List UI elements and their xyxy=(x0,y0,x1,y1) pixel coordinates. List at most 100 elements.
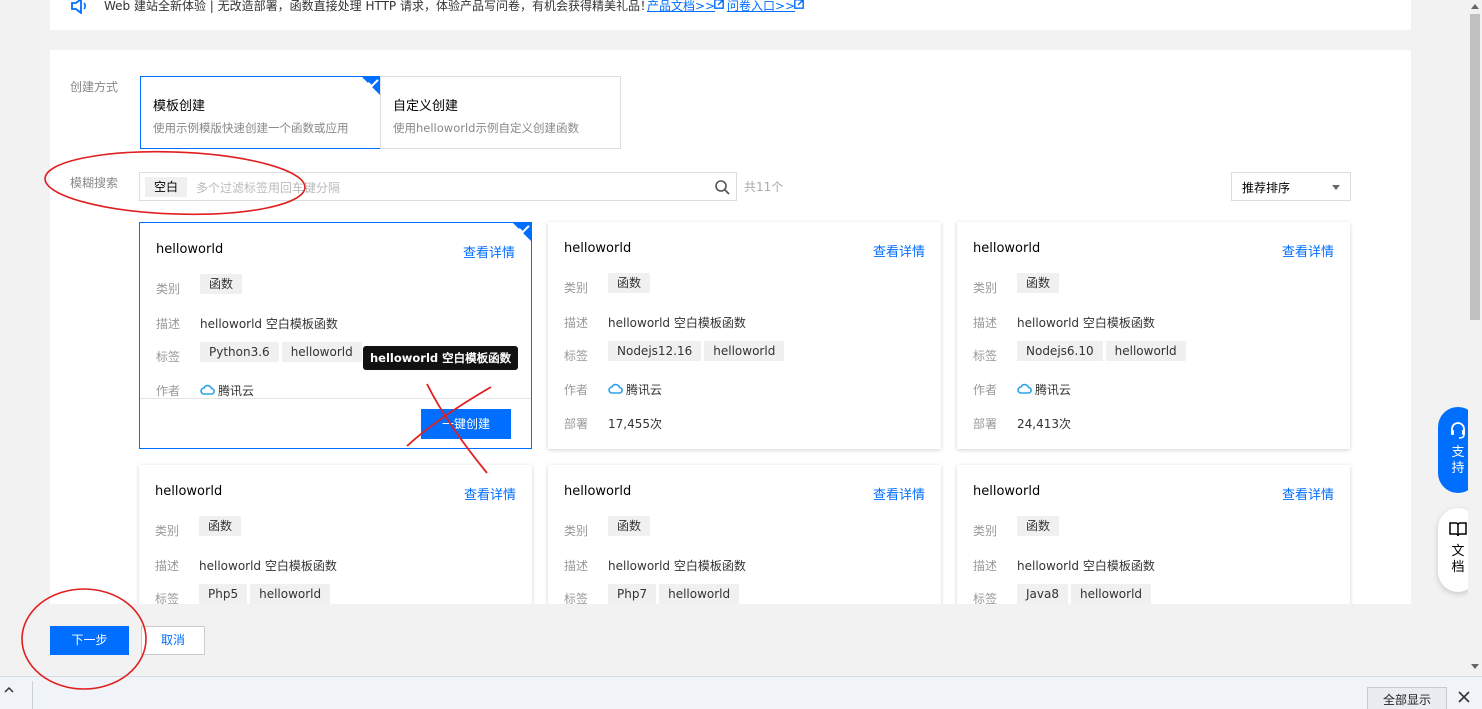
filter-tag[interactable]: 空白 xyxy=(145,177,188,197)
tag-chip: Python3.6 xyxy=(200,342,279,362)
tag-chip: helloworld xyxy=(704,341,785,361)
show-all-button[interactable]: 全部显示 xyxy=(1367,687,1447,709)
template-card[interactable]: helloworld 查看详情 类别 函数 描述 helloworld 空白模板… xyxy=(548,465,941,604)
card-name: helloworld xyxy=(973,241,1041,256)
field-label: 描述 xyxy=(564,316,589,330)
category-chip: 函数 xyxy=(199,516,242,536)
view-detail-link[interactable]: 查看详情 xyxy=(873,241,925,260)
external-link-icon xyxy=(714,0,724,9)
notice-bar: Web 建站全新体验 | 无改造部署，函数直接处理 HTTP 请求，体验产品写问… xyxy=(50,0,1411,30)
template-card[interactable]: helloworld 查看详情 类别 函数 描述 helloworld 空白模板… xyxy=(957,222,1350,449)
deploy-count: 17,455次 xyxy=(608,417,662,431)
view-detail-link[interactable]: 查看详情 xyxy=(873,484,925,503)
cancel-button[interactable]: 取消 xyxy=(141,626,205,655)
close-icon[interactable] xyxy=(1458,691,1470,703)
book-icon xyxy=(1449,522,1467,537)
field-label: 作者 xyxy=(973,383,998,397)
bottom-bar: 全部显示 xyxy=(0,676,1482,709)
notice-message: Web 建站全新体验 | 无改造部署，函数直接处理 HTTP 请求，体验产品写问… xyxy=(104,0,652,13)
author-value: 腾讯云 xyxy=(218,384,255,398)
tag-chip: Php5 xyxy=(199,584,248,604)
view-detail-link[interactable]: 查看详情 xyxy=(1282,484,1334,503)
vertical-scrollbar[interactable] xyxy=(1468,0,1482,676)
sort-select[interactable]: 推荐排序 xyxy=(1231,172,1351,201)
selected-check-icon xyxy=(361,76,381,96)
view-detail-link[interactable]: 查看详情 xyxy=(463,242,515,261)
option-title: 模板创建 xyxy=(153,99,206,114)
description-value: helloworld 空白模板函数 xyxy=(200,317,338,331)
divider xyxy=(32,681,33,709)
speaker-icon xyxy=(71,0,86,14)
docs-link[interactable]: 产品文档>> xyxy=(647,0,715,14)
scroll-up-icon[interactable] xyxy=(1471,4,1479,9)
author-value: 腾讯云 xyxy=(626,383,663,397)
scroll-thumb[interactable] xyxy=(1470,14,1480,320)
option-desc: 使用示例模版快速创建一个函数或应用 xyxy=(153,121,349,135)
description-tooltip: helloworld 空白模板函数 xyxy=(363,346,519,370)
headset-icon xyxy=(1451,422,1465,439)
description-value: helloworld 空白模板函数 xyxy=(608,316,746,330)
field-label: 类别 xyxy=(973,524,998,538)
docs-text: 文档 xyxy=(1451,544,1465,575)
scroll-down-icon[interactable] xyxy=(1471,664,1479,669)
author-value: 腾讯云 xyxy=(1035,383,1072,397)
field-label: 部署 xyxy=(564,417,589,431)
tag-chip: helloworld xyxy=(1070,584,1152,604)
field-label: 描述 xyxy=(155,559,180,573)
custom-create-option[interactable]: 自定义创建 使用helloworld示例自定义创建函数 xyxy=(380,76,621,149)
external-link-icon xyxy=(794,0,804,9)
tag-chip: helloworld xyxy=(281,342,362,362)
template-card[interactable]: helloworld 查看详情 类别 函数 描述 helloworld 空白模板… xyxy=(139,222,532,449)
card-name: helloworld xyxy=(973,484,1041,499)
field-label: 类别 xyxy=(973,281,998,295)
template-card[interactable]: helloworld 查看详情 类别 函数 描述 helloworld 空白模板… xyxy=(139,465,532,604)
search-icon[interactable] xyxy=(714,179,730,195)
field-label: 描述 xyxy=(973,316,998,330)
tag-chip: Nodejs12.16 xyxy=(608,341,702,361)
field-label: 部署 xyxy=(973,417,998,431)
option-desc: 使用helloworld示例自定义创建函数 xyxy=(393,121,579,135)
tag-chip: Nodejs6.10 xyxy=(1017,341,1103,361)
field-label: 类别 xyxy=(564,281,589,295)
category-chip: 函数 xyxy=(608,516,651,536)
card-name: helloworld xyxy=(564,241,632,256)
field-label: 类别 xyxy=(564,524,589,538)
selected-check-icon xyxy=(512,222,532,242)
card-name: helloworld xyxy=(155,484,223,499)
template-create-option[interactable]: 模板创建 使用示例模版快速创建一个函数或应用 xyxy=(140,76,381,149)
tag-chip: Java8 xyxy=(1017,584,1068,604)
next-step-button[interactable]: 下一步 xyxy=(50,626,129,655)
search-input[interactable]: 空白 多个过滤标签用回车键分隔 xyxy=(139,172,737,201)
result-count: 共11个 xyxy=(744,180,784,194)
one-click-create-button[interactable]: 一键创建 xyxy=(421,409,511,439)
view-detail-link[interactable]: 查看详情 xyxy=(1282,241,1334,260)
template-card[interactable]: helloworld 查看详情 类别 函数 描述 helloworld 空白模板… xyxy=(957,465,1350,604)
tencent-cloud-icon xyxy=(200,384,215,395)
field-label: 标签 xyxy=(155,592,180,604)
create-method-label: 创建方式 xyxy=(70,80,119,94)
view-detail-link[interactable]: 查看详情 xyxy=(464,484,516,503)
description-value: helloworld 空白模板函数 xyxy=(1017,316,1155,330)
template-card[interactable]: helloworld 查看详情 类别 函数 描述 helloworld 空白模板… xyxy=(548,222,941,449)
sort-value: 推荐排序 xyxy=(1242,181,1291,195)
tencent-cloud-icon xyxy=(608,383,623,394)
field-label: 标签 xyxy=(564,592,589,604)
chevron-up-icon[interactable] xyxy=(4,685,14,695)
survey-link[interactable]: 问卷入口>> xyxy=(727,0,795,14)
category-chip: 函数 xyxy=(1017,273,1060,293)
description-value: helloworld 空白模板函数 xyxy=(1017,559,1155,573)
card-divider xyxy=(140,398,531,399)
field-label: 作者 xyxy=(564,383,589,397)
field-label: 描述 xyxy=(973,559,998,573)
deploy-count: 24,413次 xyxy=(1017,417,1071,431)
card-name: helloworld xyxy=(564,484,632,499)
field-label: 作者 xyxy=(156,384,181,398)
description-value: helloworld 空白模板函数 xyxy=(608,559,746,573)
field-label: 描述 xyxy=(564,559,589,573)
field-label: 类别 xyxy=(155,524,180,538)
card-name: helloworld xyxy=(156,242,224,257)
field-label: 类别 xyxy=(156,282,181,296)
category-chip: 函数 xyxy=(1017,516,1060,536)
category-chip: 函数 xyxy=(608,273,651,293)
create-panel: 创建方式 模板创建 使用示例模版快速创建一个函数或应用 自定义创建 使用hell… xyxy=(50,50,1411,604)
